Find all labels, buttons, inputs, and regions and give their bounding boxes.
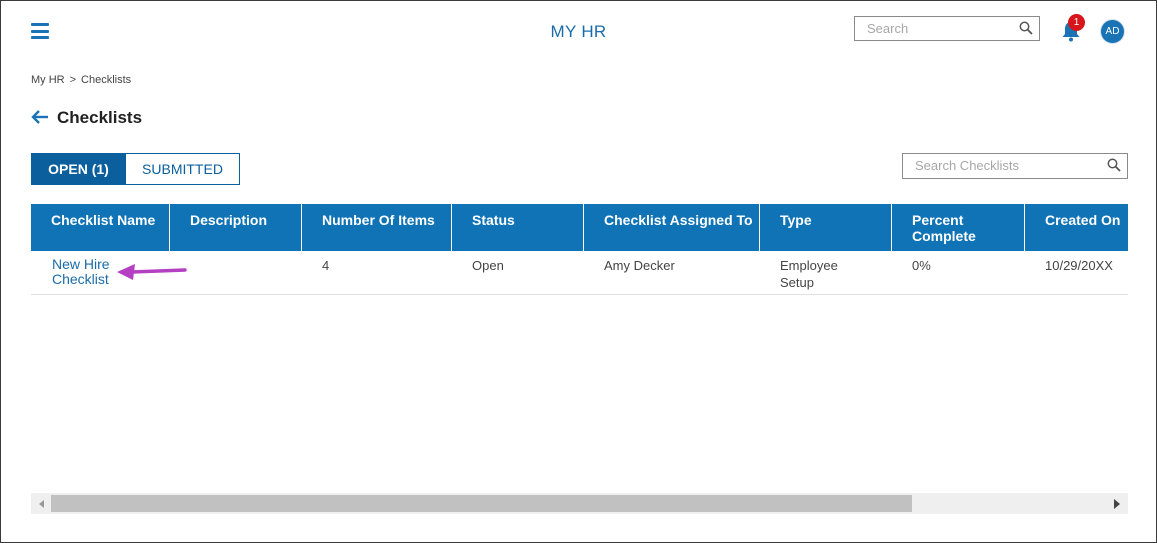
status-cell: Open — [472, 258, 504, 273]
breadcrumb-current: Checklists — [81, 74, 132, 86]
column-header[interactable]: Created On — [1025, 204, 1128, 251]
column-header[interactable]: Status — [452, 204, 584, 251]
checklist-search-input[interactable] — [915, 157, 1055, 174]
breadcrumb-separator: > — [69, 74, 77, 86]
table-header: Checklist Name Description Number Of Ite… — [31, 204, 1128, 251]
column-header[interactable]: Checklist Assigned To — [584, 204, 760, 251]
horizontal-scrollbar[interactable] — [31, 493, 1128, 514]
checklist-tabs: OPEN (1) SUBMITTED — [31, 153, 240, 185]
column-header[interactable]: Checklist Name — [31, 204, 170, 251]
column-header[interactable]: Description — [170, 204, 302, 251]
scrollbar-thumb[interactable] — [51, 495, 912, 512]
number-of-items-cell: 4 — [322, 258, 330, 273]
checklists-table: Checklist Name Description Number Of Ite… — [31, 204, 1128, 295]
checklist-search[interactable] — [902, 153, 1128, 179]
search-input[interactable] — [867, 20, 1007, 37]
annotation-arrow-icon — [117, 264, 187, 280]
table-row: New Hire Checklist 4 Open Amy Decker Emp… — [31, 251, 1128, 295]
page-title: Checklists — [57, 108, 143, 127]
breadcrumb: My HR > Checklists — [31, 74, 131, 86]
description-cell — [170, 251, 302, 294]
app-window: MY HR 1 AD My HR>Checklists Checklists O… — [0, 0, 1157, 543]
column-header[interactable]: Percent Complete — [892, 204, 1025, 251]
column-header[interactable]: Type — [760, 204, 892, 251]
back-arrow-icon[interactable] — [31, 109, 49, 125]
type-cell: Employee Setup — [780, 258, 838, 290]
assigned-to-cell: Amy Decker — [604, 258, 675, 273]
tab-open[interactable]: OPEN (1) — [31, 153, 126, 185]
created-on-cell: 10/29/20XX — [1045, 258, 1113, 273]
global-search[interactable] — [854, 16, 1040, 41]
notification-badge: 1 — [1068, 14, 1085, 31]
percent-complete-cell: 0% — [912, 258, 931, 273]
column-header[interactable]: Number Of Items — [302, 204, 452, 251]
search-icon[interactable] — [1107, 158, 1121, 172]
scroll-left-arrow-icon[interactable] — [39, 500, 44, 508]
search-icon[interactable] — [1019, 21, 1033, 35]
scroll-right-arrow-icon[interactable] — [1114, 499, 1120, 509]
breadcrumb-root[interactable]: My HR — [31, 74, 65, 86]
user-avatar[interactable]: AD — [1101, 20, 1124, 43]
tab-submitted[interactable]: SUBMITTED — [126, 153, 240, 185]
